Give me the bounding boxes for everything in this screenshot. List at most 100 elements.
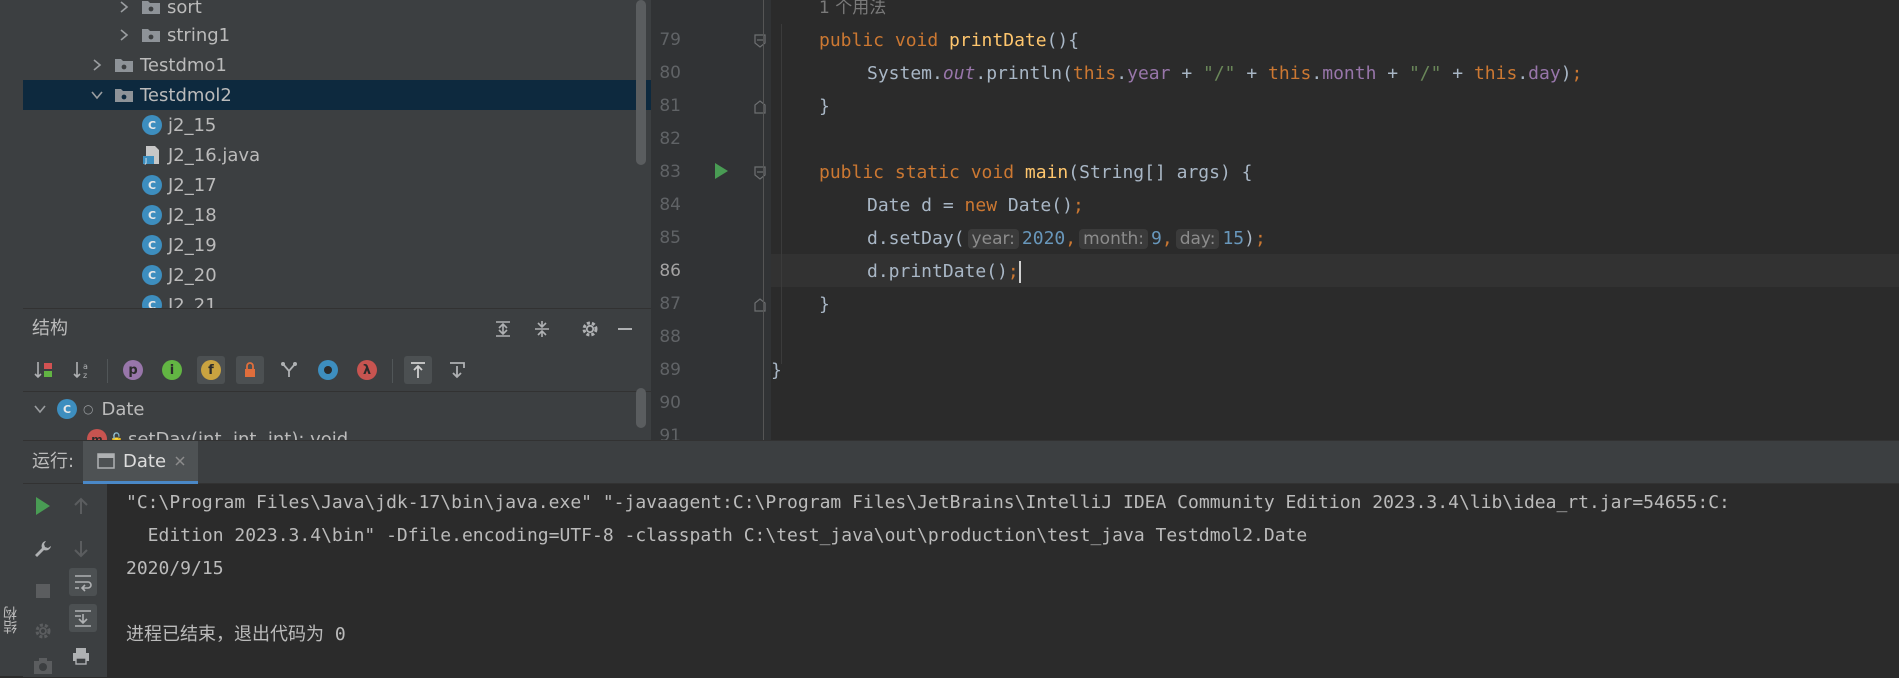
tree-item-j2-21[interactable]: C J2_21: [23, 290, 651, 308]
line-number: 87: [659, 294, 681, 314]
code-editor[interactable]: 79 80 81 82 83 84 85 86 87 88 89 90 91 1…: [651, 0, 1899, 440]
visibility-icon: ○: [83, 402, 94, 416]
code-line-83: public static void main(String[] args) {: [819, 162, 1253, 183]
console-line: Edition 2023.3.4\bin" -Dfile.encoding=UT…: [126, 525, 1308, 546]
fold-marker-icon[interactable]: [754, 100, 766, 114]
console-line: "C:\Program Files\Java\jdk-17\bin\java.e…: [126, 492, 1730, 513]
tree-item-label: J2_19: [168, 234, 217, 256]
line-number-current: 86: [659, 261, 681, 281]
run-main-icon[interactable]: [713, 162, 729, 180]
chevron-down-icon[interactable]: [90, 88, 104, 102]
indent-guide: [781, 24, 782, 364]
autoscroll-to-source-icon[interactable]: [404, 356, 432, 384]
gear-icon[interactable]: [580, 319, 600, 339]
tree-item-j2-18[interactable]: C J2_18: [23, 200, 651, 230]
structure-item-date[interactable]: C ○ Date: [23, 394, 651, 424]
structure-item-setday[interactable]: m 🔓 setDay(int, int, int): void: [23, 424, 651, 441]
chevron-right-icon[interactable]: [117, 0, 131, 14]
rerun-icon[interactable]: [31, 494, 55, 518]
line-number: 81: [659, 96, 681, 116]
chevron-down-icon[interactable]: [33, 402, 47, 416]
left-tool-strip: 结构: [0, 0, 24, 676]
structure-side-tab[interactable]: 结构: [2, 590, 20, 650]
console-output[interactable]: "C:\Program Files\Java\jdk-17\bin\java.e…: [108, 484, 1899, 677]
line-number: 79: [659, 30, 681, 50]
tree-item-label: J2_20: [168, 264, 217, 286]
arrow-down-icon[interactable]: [69, 537, 93, 561]
class-icon: C: [142, 265, 162, 285]
expand-all-icon[interactable]: [493, 319, 513, 339]
structure-scrollbar[interactable]: [636, 388, 646, 428]
project-scrollbar[interactable]: [636, 0, 646, 165]
collapse-all-icon[interactable]: [532, 319, 552, 339]
close-icon[interactable]: [174, 455, 186, 467]
param-hint-day: day:: [1175, 229, 1220, 249]
chevron-right-icon[interactable]: [90, 58, 104, 72]
class-icon: C: [142, 235, 162, 255]
sort-alphabetically-icon[interactable]: az: [69, 356, 97, 384]
fold-marker-icon[interactable]: [754, 298, 766, 312]
tree-item-sort[interactable]: sort: [23, 0, 651, 22]
run-panel: 运行: Date "C:\Program Files\Java\jdk-17\b…: [23, 440, 1899, 677]
tree-item-label: sort: [167, 0, 202, 18]
package-folder-icon: [115, 89, 133, 102]
structure-side-tab-label: 结构: [3, 606, 19, 634]
scroll-to-end-icon[interactable]: [69, 604, 97, 632]
tree-item-testdmo1[interactable]: Testdmo1: [23, 50, 651, 80]
show-anonymous-icon[interactable]: [314, 356, 342, 384]
stop-icon[interactable]: [31, 579, 55, 603]
tree-item-j2-16-java[interactable]: J J2_16.java: [23, 140, 651, 170]
gutter-divider: [763, 0, 764, 440]
structure-title: 结构: [32, 318, 68, 339]
code-line-79: public void printDate(){: [819, 30, 1080, 51]
lambda-icon[interactable]: λ: [353, 356, 381, 384]
run-side-toolbar: [23, 484, 107, 677]
class-icon: C: [57, 399, 77, 419]
chevron-right-icon[interactable]: [117, 28, 131, 42]
settings-gear-icon[interactable]: [31, 619, 55, 643]
console-line: 2020/9/15: [126, 558, 224, 579]
fold-marker-icon[interactable]: [754, 34, 766, 48]
show-lambdas-tree-icon[interactable]: [275, 356, 303, 384]
fold-marker-icon[interactable]: [754, 166, 766, 180]
show-fields-icon[interactable]: f: [197, 356, 225, 384]
soft-wrap-icon[interactable]: [69, 568, 97, 596]
run-label: 运行:: [32, 451, 75, 472]
code-line-84: Date d = new Date();: [867, 195, 1084, 216]
show-properties-icon[interactable]: p: [119, 356, 147, 384]
camera-icon[interactable]: [31, 654, 55, 678]
show-non-public-icon[interactable]: [236, 356, 264, 384]
tree-item-label: Testdmol2: [140, 84, 232, 106]
tree-item-testdmol2[interactable]: Testdmol2: [23, 80, 651, 110]
console-icon: [97, 453, 115, 469]
arrow-up-icon[interactable]: [69, 494, 93, 518]
line-number: 82: [659, 129, 681, 149]
tree-item-string1[interactable]: string1: [23, 20, 651, 50]
show-inherited-icon[interactable]: i: [158, 356, 186, 384]
wrench-icon[interactable]: [31, 537, 55, 561]
usage-hint[interactable]: 1 个用法: [819, 0, 886, 24]
code-line-86: d.printDate();: [867, 261, 1021, 283]
structure-toolbar: az p i f λ: [23, 349, 651, 392]
print-icon[interactable]: [69, 644, 93, 668]
tree-item-j2-17[interactable]: C J2_17: [23, 170, 651, 200]
tree-item-label: J2_17: [168, 174, 217, 196]
minimize-icon[interactable]: [615, 319, 635, 339]
code-line-87: }: [819, 294, 830, 315]
tree-item-j2-15[interactable]: C j2_15: [23, 110, 651, 140]
tree-item-label: Testdmo1: [140, 54, 227, 76]
run-tab-label: Date: [123, 450, 167, 472]
autoscroll-from-source-icon[interactable]: [443, 356, 471, 384]
class-icon: C: [142, 295, 162, 308]
sort-by-visibility-icon[interactable]: [30, 356, 58, 384]
code-line-89: }: [771, 360, 782, 381]
code-line-85: d.setDay(year: 2020, month: 9, day: 15);: [867, 228, 1266, 249]
structure-item-label: Date: [101, 398, 145, 420]
tree-item-j2-20[interactable]: C J2_20: [23, 260, 651, 290]
line-number: 88: [659, 327, 681, 347]
tree-item-j2-19[interactable]: C J2_19: [23, 230, 651, 260]
class-icon: C: [142, 175, 162, 195]
run-tab-date[interactable]: Date: [83, 441, 199, 484]
class-icon: C: [142, 205, 162, 225]
line-number: 83: [659, 162, 681, 182]
